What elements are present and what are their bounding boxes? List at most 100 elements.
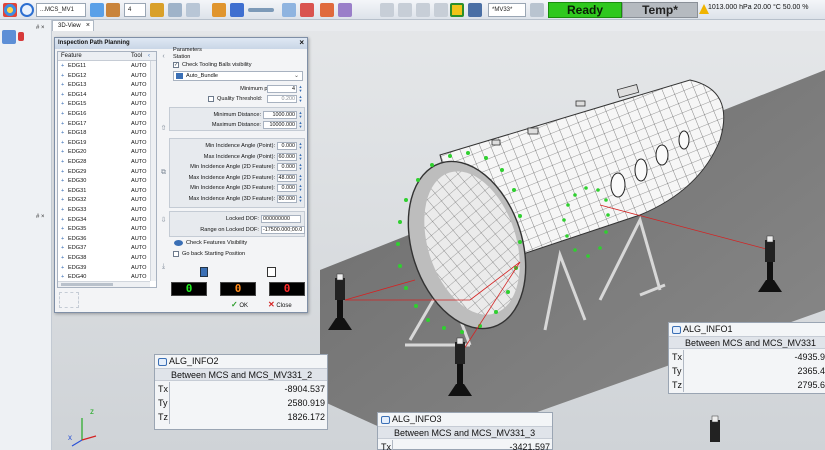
col-feature-header[interactable]: Feature <box>61 52 82 61</box>
list-item[interactable]: + EDG17 AUTO <box>58 120 150 128</box>
expand-icon[interactable]: + <box>61 177 64 185</box>
eye-icon[interactable] <box>174 240 183 246</box>
tree-view-icon[interactable] <box>2 30 16 44</box>
magnet-icon[interactable] <box>300 3 314 17</box>
bundle-select[interactable]: Auto_Bundle ⌄ <box>173 71 303 81</box>
list-item[interactable]: + EDG35 AUTO <box>58 225 150 233</box>
list-item[interactable]: + EDG28 AUTO <box>58 158 150 166</box>
incidence-angle-spin[interactable]: ▲ ▼ <box>298 195 303 203</box>
close-button[interactable]: ✕ Close <box>268 300 304 310</box>
min-distance-input[interactable]: 1000.000 <box>263 111 297 119</box>
expand-icon[interactable]: + <box>61 120 64 128</box>
copy-icon[interactable]: ⧉ <box>159 168 168 177</box>
zoom-combo[interactable]: 4 <box>124 3 146 17</box>
incidence-angle-spin[interactable]: ▲ ▼ <box>298 173 303 182</box>
incidence-angle-input[interactable]: 60.000 <box>277 152 297 161</box>
range-locked-dof-input[interactable]: -17500.000;00.0 <box>261 226 305 234</box>
expand-icon[interactable]: + <box>61 72 64 80</box>
select-icon[interactable] <box>186 3 200 17</box>
panel-pin-2[interactable]: # × <box>36 25 45 31</box>
skip-icon[interactable] <box>416 3 430 17</box>
expand-icon[interactable]: + <box>61 158 64 166</box>
measure-icon[interactable] <box>90 3 104 17</box>
mv-combo[interactable]: *MV33* <box>488 3 526 17</box>
expand-icon[interactable]: + <box>61 148 64 156</box>
expand-icon[interactable]: + <box>61 254 64 262</box>
tab-3d-view[interactable]: 3D-View × <box>52 20 94 31</box>
play-icon[interactable] <box>380 3 394 17</box>
header-collapse-icon[interactable]: ‹ <box>148 52 150 61</box>
move-bottom-icon[interactable]: ⤓ <box>159 262 168 271</box>
close-icon[interactable]: × <box>86 21 90 31</box>
list-item[interactable]: + EDG18 AUTO <box>58 129 150 137</box>
min-per-station-input[interactable]: 4 <box>267 85 297 93</box>
probe-icon[interactable] <box>212 3 226 17</box>
expand-icon[interactable]: + <box>61 225 64 233</box>
slider-icon[interactable] <box>248 8 274 12</box>
max-distance-input[interactable]: 10000.000 <box>263 121 297 129</box>
check-tooling-checkbox[interactable]: ✓ <box>173 62 179 68</box>
collapse-arrow-icon[interactable]: ‹ <box>159 52 168 61</box>
expand-icon[interactable]: + <box>61 206 64 214</box>
expand-icon[interactable]: + <box>61 273 64 281</box>
list-horizontal-scrollbar[interactable] <box>58 281 150 287</box>
expand-icon[interactable]: + <box>61 168 64 176</box>
ok-button[interactable]: ✓ OK <box>231 300 261 310</box>
expand-icon[interactable]: + <box>61 216 64 224</box>
list-item[interactable]: + EDG14 AUTO <box>58 91 150 99</box>
list-item[interactable]: + EDG38 AUTO <box>58 254 150 262</box>
expand-icon[interactable]: + <box>61 187 64 195</box>
expand-icon[interactable]: + <box>61 139 64 147</box>
move-down-icon[interactable]: ⇩ <box>159 216 168 225</box>
target-icon[interactable] <box>230 3 244 17</box>
expand-icon[interactable]: + <box>61 62 64 70</box>
expand-icon[interactable]: + <box>61 235 64 243</box>
layers-icon[interactable] <box>168 3 182 17</box>
brush-icon[interactable] <box>150 3 164 17</box>
incidence-angle-input[interactable]: 0.000 <box>277 184 297 193</box>
feature-list[interactable]: Feature Tool ‹ + EDG11 AUTO + EDG12 AUTO + EDG1… <box>57 51 157 288</box>
quality-threshold-checkbox[interactable] <box>208 96 214 102</box>
list-item[interactable]: + EDG29 AUTO <box>58 168 150 176</box>
transform-icon[interactable] <box>282 3 296 17</box>
list-item[interactable]: + EDG34 AUTO <box>58 216 150 224</box>
alg-info2-panel[interactable]: ALG_INFO2 Between MCS and MCS_MV331_2 Tx… <box>154 354 328 430</box>
list-item[interactable]: + EDG16 AUTO <box>58 110 150 118</box>
tree-icon[interactable] <box>338 3 352 17</box>
panel-pin-1[interactable]: # × <box>36 214 45 220</box>
incidence-angle-input[interactable]: 0.000 <box>277 163 297 172</box>
palette-icon[interactable] <box>3 3 17 17</box>
list-item[interactable]: + EDG20 AUTO <box>58 148 150 156</box>
list-item[interactable]: + EDG19 AUTO <box>58 139 150 147</box>
max-distance-spin[interactable]: ▲ ▼ <box>298 121 303 129</box>
list-vertical-scrollbar[interactable] <box>150 61 156 281</box>
quality-threshold-spin[interactable]: ▲ ▼ <box>298 95 303 103</box>
list-item[interactable]: + EDG31 AUTO <box>58 187 150 195</box>
dialog-close-icon[interactable]: × <box>299 38 304 48</box>
expand-icon[interactable]: + <box>61 264 64 272</box>
col-tool-header[interactable]: Tool <box>131 52 142 61</box>
record-icon[interactable] <box>450 3 464 17</box>
incidence-angle-input[interactable]: 48.000 <box>277 173 297 182</box>
locked-dof-input[interactable]: 000000000 <box>261 215 301 223</box>
min-per-station-spin[interactable]: ▲ ▼ <box>298 85 303 93</box>
box-icon[interactable] <box>106 3 120 17</box>
floppy-save-icon[interactable] <box>267 267 276 277</box>
save-icon[interactable] <box>468 3 482 17</box>
step-icon[interactable] <box>398 3 412 17</box>
incidence-angle-spin[interactable]: ▲ ▼ <box>298 184 303 192</box>
mcs-combo[interactable]: ...MCS_MV1 <box>36 3 86 17</box>
alg-info3-panel[interactable]: ALG_INFO3 Between MCS and MCS_MV331_3 Tx… <box>377 412 553 450</box>
incidence-angle-input[interactable]: 80.000 <box>277 195 297 203</box>
list-item[interactable]: + EDG37 AUTO <box>58 244 150 252</box>
list-scroll-thumb[interactable] <box>61 283 113 286</box>
settings-icon[interactable] <box>530 3 544 17</box>
list-item[interactable]: + EDG13 AUTO <box>58 81 150 89</box>
grid-icon[interactable] <box>434 3 448 17</box>
list-item[interactable]: + EDG33 AUTO <box>58 206 150 214</box>
list-item[interactable]: + EDG36 AUTO <box>58 235 150 243</box>
refresh-icon[interactable] <box>20 3 34 17</box>
expand-icon[interactable]: + <box>61 81 64 89</box>
list-item[interactable]: + EDG12 AUTO <box>58 72 150 80</box>
list-item[interactable]: + EDG11 AUTO <box>58 62 150 70</box>
